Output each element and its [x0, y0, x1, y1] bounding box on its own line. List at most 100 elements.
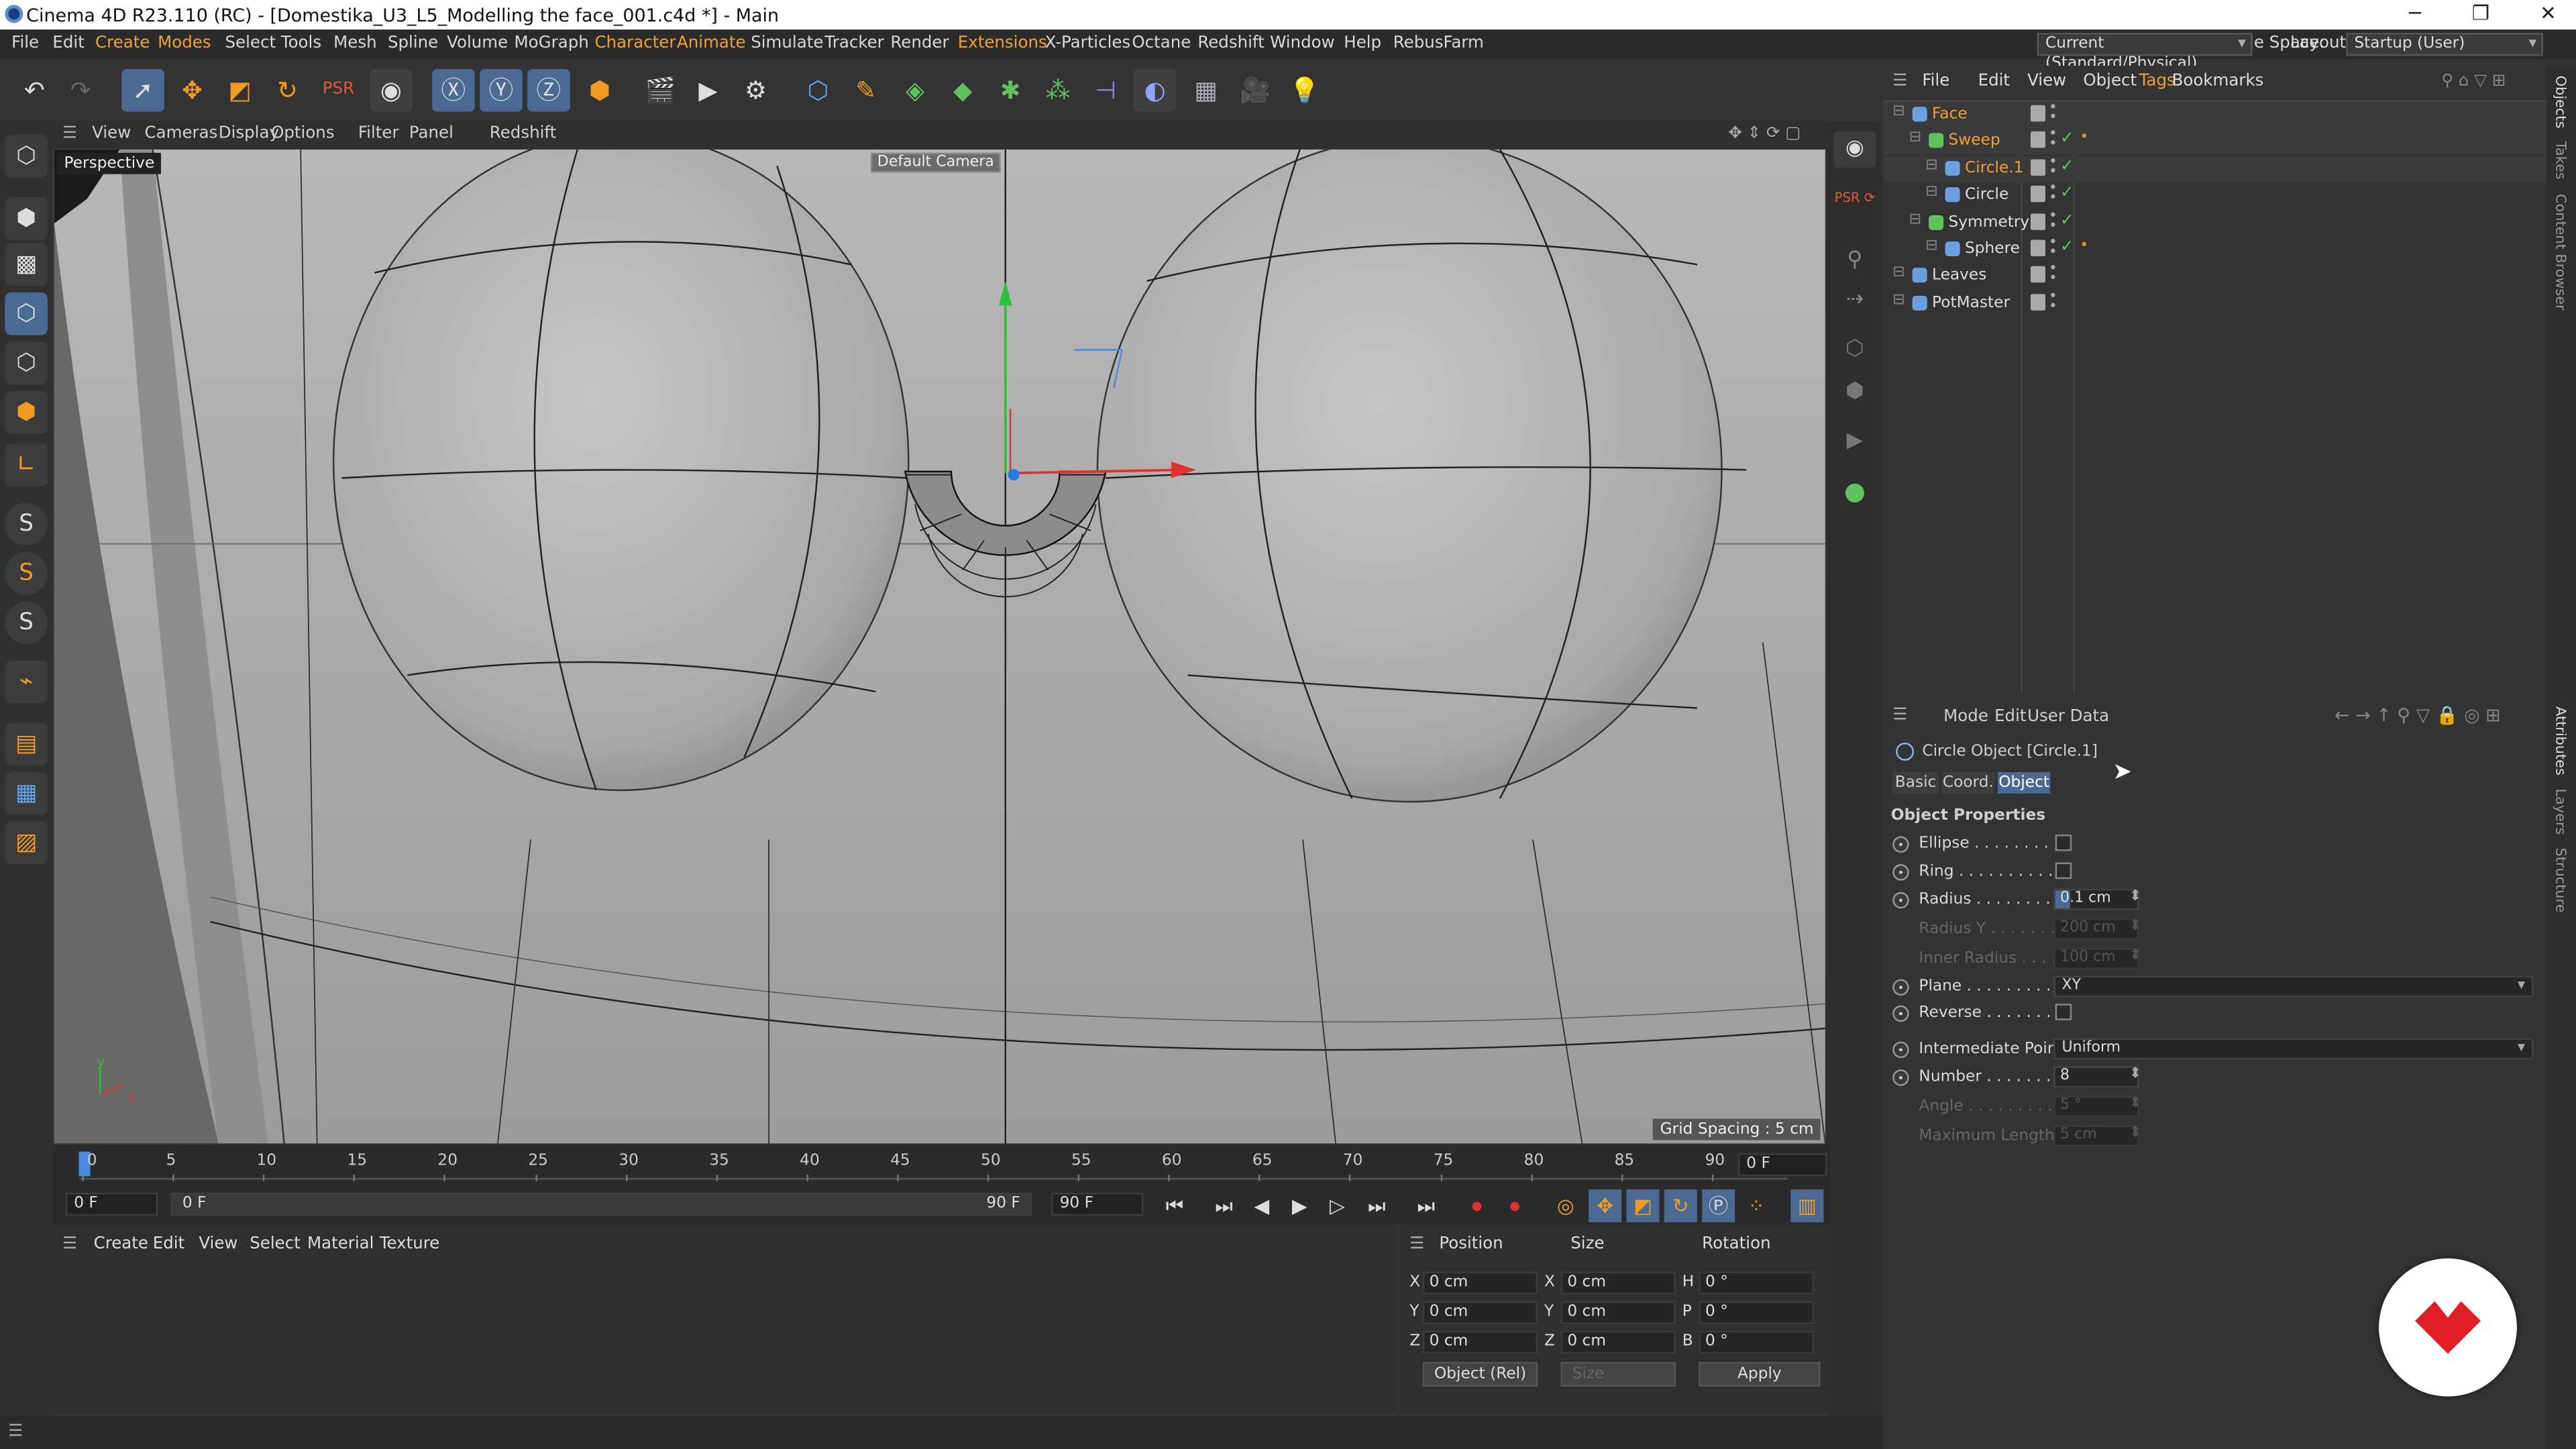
edit-object-icon[interactable] — [2030, 213, 2046, 229]
restore-button[interactable]: ❐ — [2463, 1, 2499, 24]
edit-object-icon[interactable] — [2030, 239, 2046, 257]
viewport-menu-options[interactable]: Options — [271, 125, 335, 143]
animate-dot-icon[interactable] — [1892, 979, 1909, 996]
autokey-icon[interactable]: ⏺ — [1498, 1189, 1531, 1222]
prev-key-icon[interactable]: ⏭ — [1208, 1189, 1240, 1222]
expand-toggle-icon[interactable]: ⊟ — [1892, 265, 1904, 281]
coord-rot-field[interactable]: 0 ° — [1699, 1330, 1814, 1354]
render-view-icon[interactable]: ▶ — [687, 69, 730, 112]
y-axis-icon[interactable]: Ⓨ — [480, 68, 523, 112]
end-frame-field[interactable]: 90 F — [1051, 1192, 1144, 1216]
start-frame-field[interactable]: 0 F — [65, 1192, 158, 1216]
menu-character[interactable]: Character — [595, 34, 676, 52]
expand-toggle-icon[interactable]: ⊟ — [1909, 211, 1921, 227]
camera-icon[interactable]: 🎥 — [1234, 69, 1277, 112]
move-tool-icon[interactable]: ✥ — [171, 69, 214, 112]
next-key-icon[interactable]: ⏭ — [1360, 1189, 1393, 1222]
edit-object-icon[interactable] — [2030, 159, 2046, 176]
object-menu-edit[interactable]: Edit — [1978, 72, 2010, 91]
viewport-menu-cameras[interactable]: Cameras — [145, 125, 218, 143]
tweak-mode-icon[interactable]: ⌁ — [5, 660, 48, 704]
object-row-symmetry[interactable]: ⊟ Symmetry • • ✓ — [1883, 209, 2546, 235]
menu-file[interactable]: File — [11, 34, 39, 52]
key-position-icon[interactable]: ✥ — [1589, 1189, 1622, 1223]
menu-spline[interactable]: Spline — [388, 34, 438, 52]
object-name[interactable]: Sweep — [1949, 132, 2000, 150]
menu-animate[interactable]: Animate — [677, 34, 746, 52]
menu-extensions[interactable]: Extensions — [958, 34, 1047, 52]
object-menu-tags[interactable]: Tags — [2139, 72, 2176, 91]
object-name[interactable]: Leaves — [1932, 267, 1986, 285]
object-row-circle-1[interactable]: ⊟ Circle.1 • • ✓ — [1882, 155, 2546, 182]
object-name[interactable]: Circle — [1965, 186, 2008, 204]
menu-simulate[interactable]: Simulate — [751, 34, 823, 52]
spinner-icon[interactable]: ⬍ — [2129, 948, 2141, 964]
attr-checkbox[interactable] — [2055, 835, 2072, 851]
tab-coord[interactable]: Coord. — [1941, 772, 1995, 794]
light-icon[interactable]: 💡 — [1283, 69, 1326, 112]
key-param-icon[interactable]: Ⓟ — [1702, 1189, 1735, 1223]
material-menu-edit[interactable]: Edit — [153, 1236, 184, 1254]
tag-icon[interactable]: • — [2080, 238, 2088, 254]
attr-number-field[interactable]: 200 cm — [2053, 918, 2139, 940]
viewport-menu-filter[interactable]: Filter — [358, 125, 399, 143]
animate-dot-icon[interactable] — [1892, 1069, 1909, 1086]
edit-object-icon[interactable] — [2030, 266, 2046, 284]
menu-create[interactable]: Create — [95, 34, 150, 52]
side-tab-objects[interactable]: Objects — [2551, 76, 2567, 129]
track-icon[interactable]: ⇢ — [1833, 282, 1876, 319]
menu-octane[interactable]: Octane — [1132, 34, 1191, 52]
side-tab-attributes[interactable]: Attributes — [2551, 706, 2567, 775]
timeline-scheme-icon[interactable]: ▥ — [1790, 1189, 1824, 1223]
coord-hamburger-icon[interactable]: ☰ — [1409, 1236, 1424, 1254]
key-pla-icon[interactable]: ⁘ — [1739, 1189, 1772, 1222]
menu-select[interactable]: Select — [225, 34, 276, 52]
menu-modes[interactable]: Modes — [158, 34, 211, 52]
workplane-lock-icon[interactable]: ▦ — [5, 772, 48, 815]
menu-help[interactable]: Help — [1344, 34, 1381, 52]
floor-icon[interactable]: ▦ — [1185, 69, 1228, 112]
coord-pos-field[interactable]: 0 cm — [1422, 1271, 1538, 1295]
coord-pos-field[interactable]: 0 cm — [1422, 1330, 1538, 1354]
side-tab-structure[interactable]: Structure — [2551, 848, 2567, 913]
z-axis-icon[interactable]: Ⓩ — [527, 68, 570, 112]
coord-pos-field[interactable]: 0 cm — [1422, 1301, 1538, 1324]
coord-mode-dropdown[interactable]: Object (Rel) — [1422, 1362, 1538, 1387]
object-row-circle[interactable]: ⊟ Circle • • ✓ — [1883, 182, 2546, 209]
goto-end-icon[interactable]: ⏭ — [1409, 1189, 1442, 1222]
attributes-menu-mode[interactable]: Mode — [1943, 708, 1988, 727]
subdivision-icon[interactable]: ◈ — [894, 69, 936, 112]
x-axis-icon[interactable]: Ⓧ — [432, 68, 475, 112]
close-button[interactable]: ✕ — [2530, 1, 2566, 24]
menu-edit[interactable]: Edit — [52, 34, 84, 52]
material-menu-material[interactable]: Material — [307, 1236, 374, 1254]
cloner-icon[interactable]: ✱ — [989, 69, 1032, 112]
redo-icon[interactable]: ↷ — [59, 69, 102, 112]
menu-volume[interactable]: Volume — [447, 34, 508, 52]
snap-settings-icon[interactable]: S — [5, 551, 48, 595]
viewport-menu-panel[interactable]: Panel — [409, 125, 453, 143]
next-frame-icon[interactable]: ▷ — [1321, 1189, 1354, 1222]
enabled-check-icon[interactable]: ✓ — [2060, 238, 2074, 256]
key-rotation-icon[interactable]: ↻ — [1664, 1189, 1697, 1223]
material-menu-texture[interactable]: Texture — [380, 1236, 440, 1254]
expand-toggle-icon[interactable]: ⊟ — [1909, 130, 1921, 146]
spinner-icon[interactable]: ⬍ — [2129, 1126, 2141, 1142]
object-manager-hamburger-icon[interactable]: ☰ — [1892, 72, 1907, 91]
tag-icon[interactable]: • — [2080, 130, 2088, 146]
apply-button[interactable]: Apply — [1699, 1362, 1821, 1387]
spinner-icon[interactable]: ⬍ — [2129, 1066, 2141, 1082]
visibility-dots-icon[interactable]: • • — [2049, 235, 2057, 260]
animate-dot-icon[interactable] — [1892, 864, 1909, 881]
expand-toggle-icon[interactable]: ⊟ — [1925, 158, 1937, 174]
rotate-tool-icon[interactable]: ↻ — [266, 69, 309, 112]
size-mode-dropdown[interactable]: Size — [1560, 1362, 1676, 1387]
enabled-check-icon[interactable]: ✓ — [2060, 158, 2074, 176]
minimize-button[interactable]: ─ — [2397, 1, 2433, 24]
prev-frame-icon[interactable]: ◀ — [1245, 1189, 1278, 1222]
default-camera-label[interactable]: Default Camera — [870, 152, 1001, 173]
polygons-mode-icon[interactable]: ⬢ — [5, 390, 48, 434]
enabled-check-icon[interactable]: ✓ — [2060, 211, 2074, 229]
edit-object-icon[interactable] — [2030, 293, 2046, 311]
select-tool-icon[interactable]: ➚ — [121, 68, 164, 112]
